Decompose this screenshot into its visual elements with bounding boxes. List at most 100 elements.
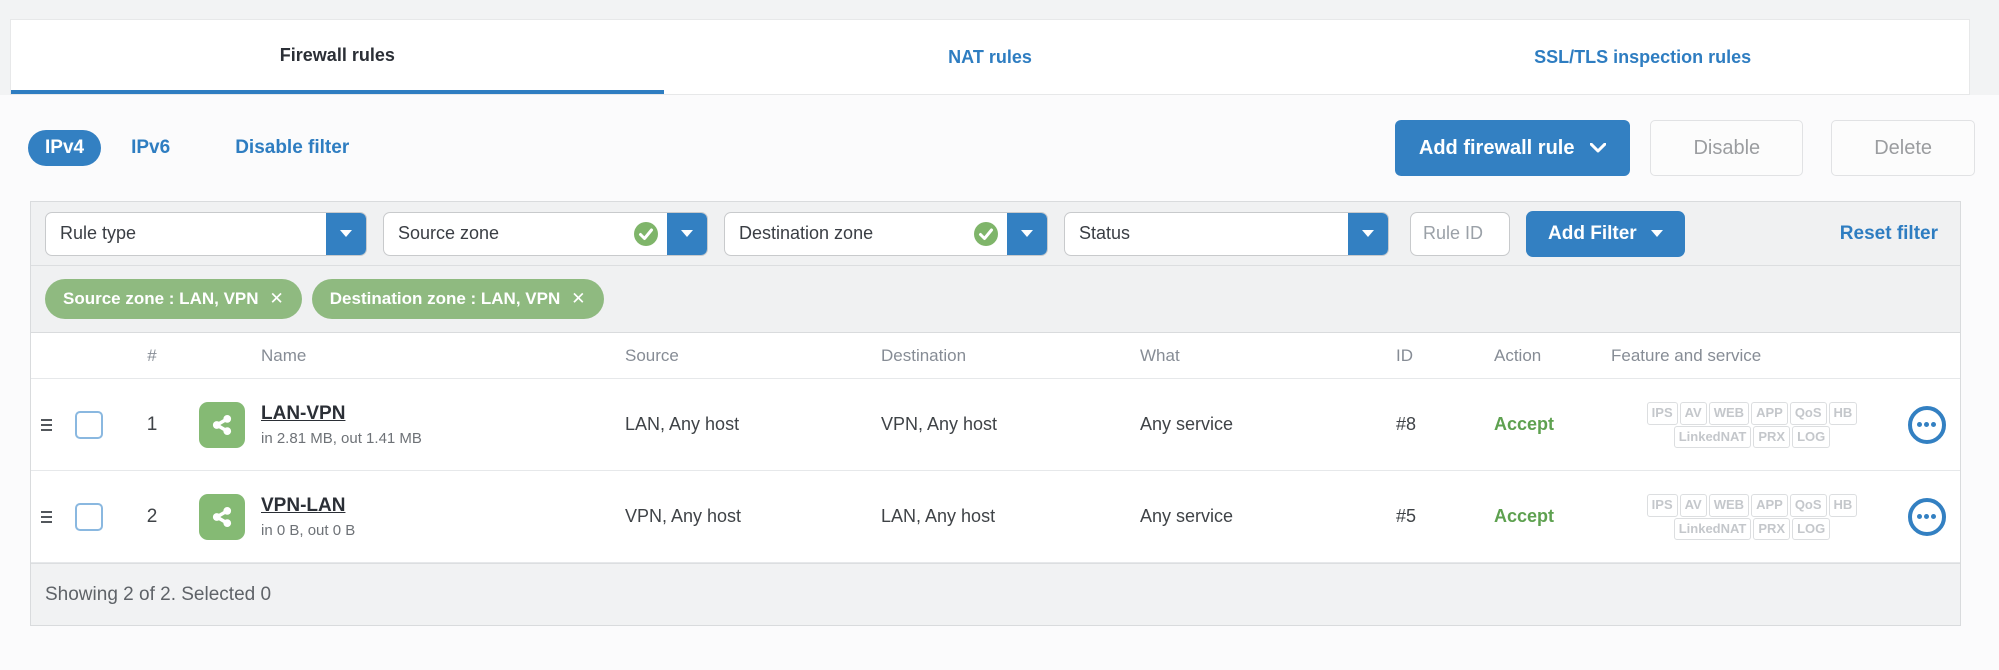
col-header-action: Action — [1494, 345, 1542, 365]
disable-button[interactable]: Disable — [1650, 120, 1804, 176]
add-filter-label: Add Filter — [1548, 222, 1637, 244]
rule-name-link[interactable]: VPN-LAN — [261, 495, 345, 517]
dropdown-label: Source zone — [398, 223, 500, 243]
feature-badge: AV — [1679, 493, 1707, 517]
feature-badge: HB — [1828, 493, 1858, 517]
more-actions-icon[interactable] — [1907, 497, 1946, 536]
feature-badge: HB — [1828, 401, 1858, 425]
tab-ssl-tls-inspection-rules[interactable]: SSL/TLS inspection rules — [1316, 20, 1969, 94]
tabbar: Firewall rules NAT rules SSL/TLS inspect… — [10, 19, 1970, 95]
row-checkbox[interactable] — [75, 502, 103, 531]
delete-button[interactable]: Delete — [1831, 120, 1975, 176]
disable-filter-link[interactable]: Disable filter — [235, 137, 349, 159]
add-filter-button[interactable]: Add Filter — [1526, 210, 1685, 257]
feature-badges: IPS AV WEB APP QoS HB LinkedNAT PRX LOG — [1611, 401, 1893, 449]
feature-badge: WEB — [1708, 493, 1750, 517]
reset-filter-link[interactable]: Reset filter — [1840, 223, 1938, 245]
row-checkbox[interactable] — [75, 410, 103, 439]
dropdown-caret-icon — [1348, 212, 1388, 255]
feature-badge: WEB — [1708, 401, 1750, 425]
share-network-icon[interactable] — [199, 493, 245, 540]
feature-badge: AV — [1679, 401, 1707, 425]
rule-what: Any service — [1140, 506, 1234, 526]
tab-label: SSL/TLS inspection rules — [1534, 46, 1752, 67]
rule-traffic: in 2.81 MB, out 1.41 MB — [261, 429, 422, 447]
col-header-feature-and-service: Feature and service — [1611, 345, 1762, 365]
row-number: 2 — [146, 505, 158, 527]
feature-badge: QoS — [1789, 401, 1827, 425]
table-row: 2 VPN-LAN in 0 B, out 0 B VPN, Any host … — [31, 471, 1960, 563]
feature-badge: LOG — [1792, 425, 1831, 449]
col-header-source: Source — [625, 345, 679, 365]
col-header-id: ID — [1396, 345, 1413, 365]
feature-badge: PRX — [1753, 517, 1791, 541]
caret-down-icon — [1650, 230, 1663, 237]
dropdown-caret-icon — [667, 212, 707, 255]
tabbar-wrap: Firewall rules NAT rules SSL/TLS inspect… — [0, 0, 1999, 95]
table-header-row: # Name Source Destination What ID Action… — [31, 333, 1960, 379]
rule-id: #5 — [1396, 506, 1417, 526]
share-network-icon[interactable] — [199, 401, 245, 448]
chip-label: Source zone : LAN, VPN — [63, 289, 259, 308]
rule-source: VPN, Any host — [625, 506, 742, 526]
row-number: 1 — [146, 413, 158, 435]
tab-nat-rules[interactable]: NAT rules — [664, 20, 1317, 94]
rule-name-link[interactable]: LAN-VPN — [261, 403, 345, 425]
feature-badge: LOG — [1792, 517, 1831, 541]
check-circle-icon — [633, 221, 659, 247]
filter-row: Rule type Source zone Destination zone S… — [31, 202, 1960, 266]
feature-badge: IPS — [1646, 493, 1678, 517]
rule-action: Accept — [1494, 506, 1555, 526]
more-actions-icon[interactable] — [1907, 405, 1946, 444]
add-firewall-rule-button[interactable]: Add firewall rule — [1394, 120, 1631, 176]
tab-label: Firewall rules — [279, 44, 395, 65]
rule-what: Any service — [1140, 414, 1234, 434]
chip-label: Destination zone : LAN, VPN — [329, 289, 561, 308]
col-header-number: # — [147, 345, 157, 365]
check-circle-icon — [973, 221, 999, 247]
filter-panel: Rule type Source zone Destination zone S… — [30, 201, 1961, 333]
feature-badge: LinkedNAT — [1673, 425, 1752, 449]
table-footer-status: Showing 2 of 2. Selected 0 — [31, 563, 1960, 625]
dropdown-caret-icon — [1007, 212, 1047, 255]
filter-chip-source-zone[interactable]: Source zone : LAN, VPN ✕ — [45, 279, 302, 319]
rule-type-dropdown[interactable]: Rule type — [45, 211, 367, 256]
feature-badge: LinkedNAT — [1673, 517, 1752, 541]
active-filter-chips: Source zone : LAN, VPN ✕ Destination zon… — [31, 266, 1960, 332]
status-dropdown[interactable]: Status — [1064, 211, 1389, 256]
filter-chip-destination-zone[interactable]: Destination zone : LAN, VPN ✕ — [311, 279, 604, 319]
tab-label: NAT rules — [948, 46, 1032, 67]
drag-handle-icon[interactable] — [41, 418, 52, 431]
rule-source: LAN, Any host — [625, 414, 740, 434]
feature-badge: IPS — [1646, 401, 1678, 425]
feature-badge: QoS — [1789, 493, 1827, 517]
rule-traffic: in 0 B, out 0 B — [261, 521, 356, 539]
ipv4-toggle[interactable]: IPv4 — [28, 130, 102, 166]
firewall-rules-table: # Name Source Destination What ID Action… — [30, 333, 1961, 626]
chevron-down-icon — [1590, 143, 1607, 153]
source-zone-dropdown[interactable]: Source zone — [383, 211, 708, 256]
rule-id: #8 — [1396, 414, 1417, 434]
feature-badge: APP — [1751, 493, 1788, 517]
col-header-name: Name — [261, 345, 307, 365]
rule-action: Accept — [1494, 414, 1555, 434]
dropdown-label: Status — [1079, 223, 1131, 243]
drag-handle-icon[interactable] — [41, 510, 52, 523]
destination-zone-dropdown[interactable]: Destination zone — [724, 211, 1048, 256]
feature-badge: APP — [1751, 401, 1788, 425]
rule-id-input[interactable] — [1410, 211, 1510, 256]
chip-close-icon[interactable]: ✕ — [571, 289, 585, 309]
feature-badge: PRX — [1753, 425, 1791, 449]
feature-badges: IPS AV WEB APP QoS HB LinkedNAT PRX LOG — [1611, 493, 1893, 541]
ipv6-toggle[interactable]: IPv6 — [131, 137, 170, 159]
dropdown-caret-icon — [326, 212, 366, 255]
rule-destination: VPN, Any host — [881, 414, 998, 434]
chip-close-icon[interactable]: ✕ — [270, 289, 284, 309]
dropdown-label: Rule type — [60, 223, 137, 243]
tab-firewall-rules[interactable]: Firewall rules — [11, 20, 664, 94]
rule-destination: LAN, Any host — [881, 506, 996, 526]
toolbar: IPv4 IPv6 Disable filter Add firewall ru… — [28, 120, 1975, 176]
col-header-destination: Destination — [881, 345, 967, 365]
add-firewall-rule-label: Add firewall rule — [1418, 136, 1575, 159]
table-row: 1 LAN-VPN in 2.81 MB, out 1.41 MB LAN, A… — [31, 379, 1960, 471]
